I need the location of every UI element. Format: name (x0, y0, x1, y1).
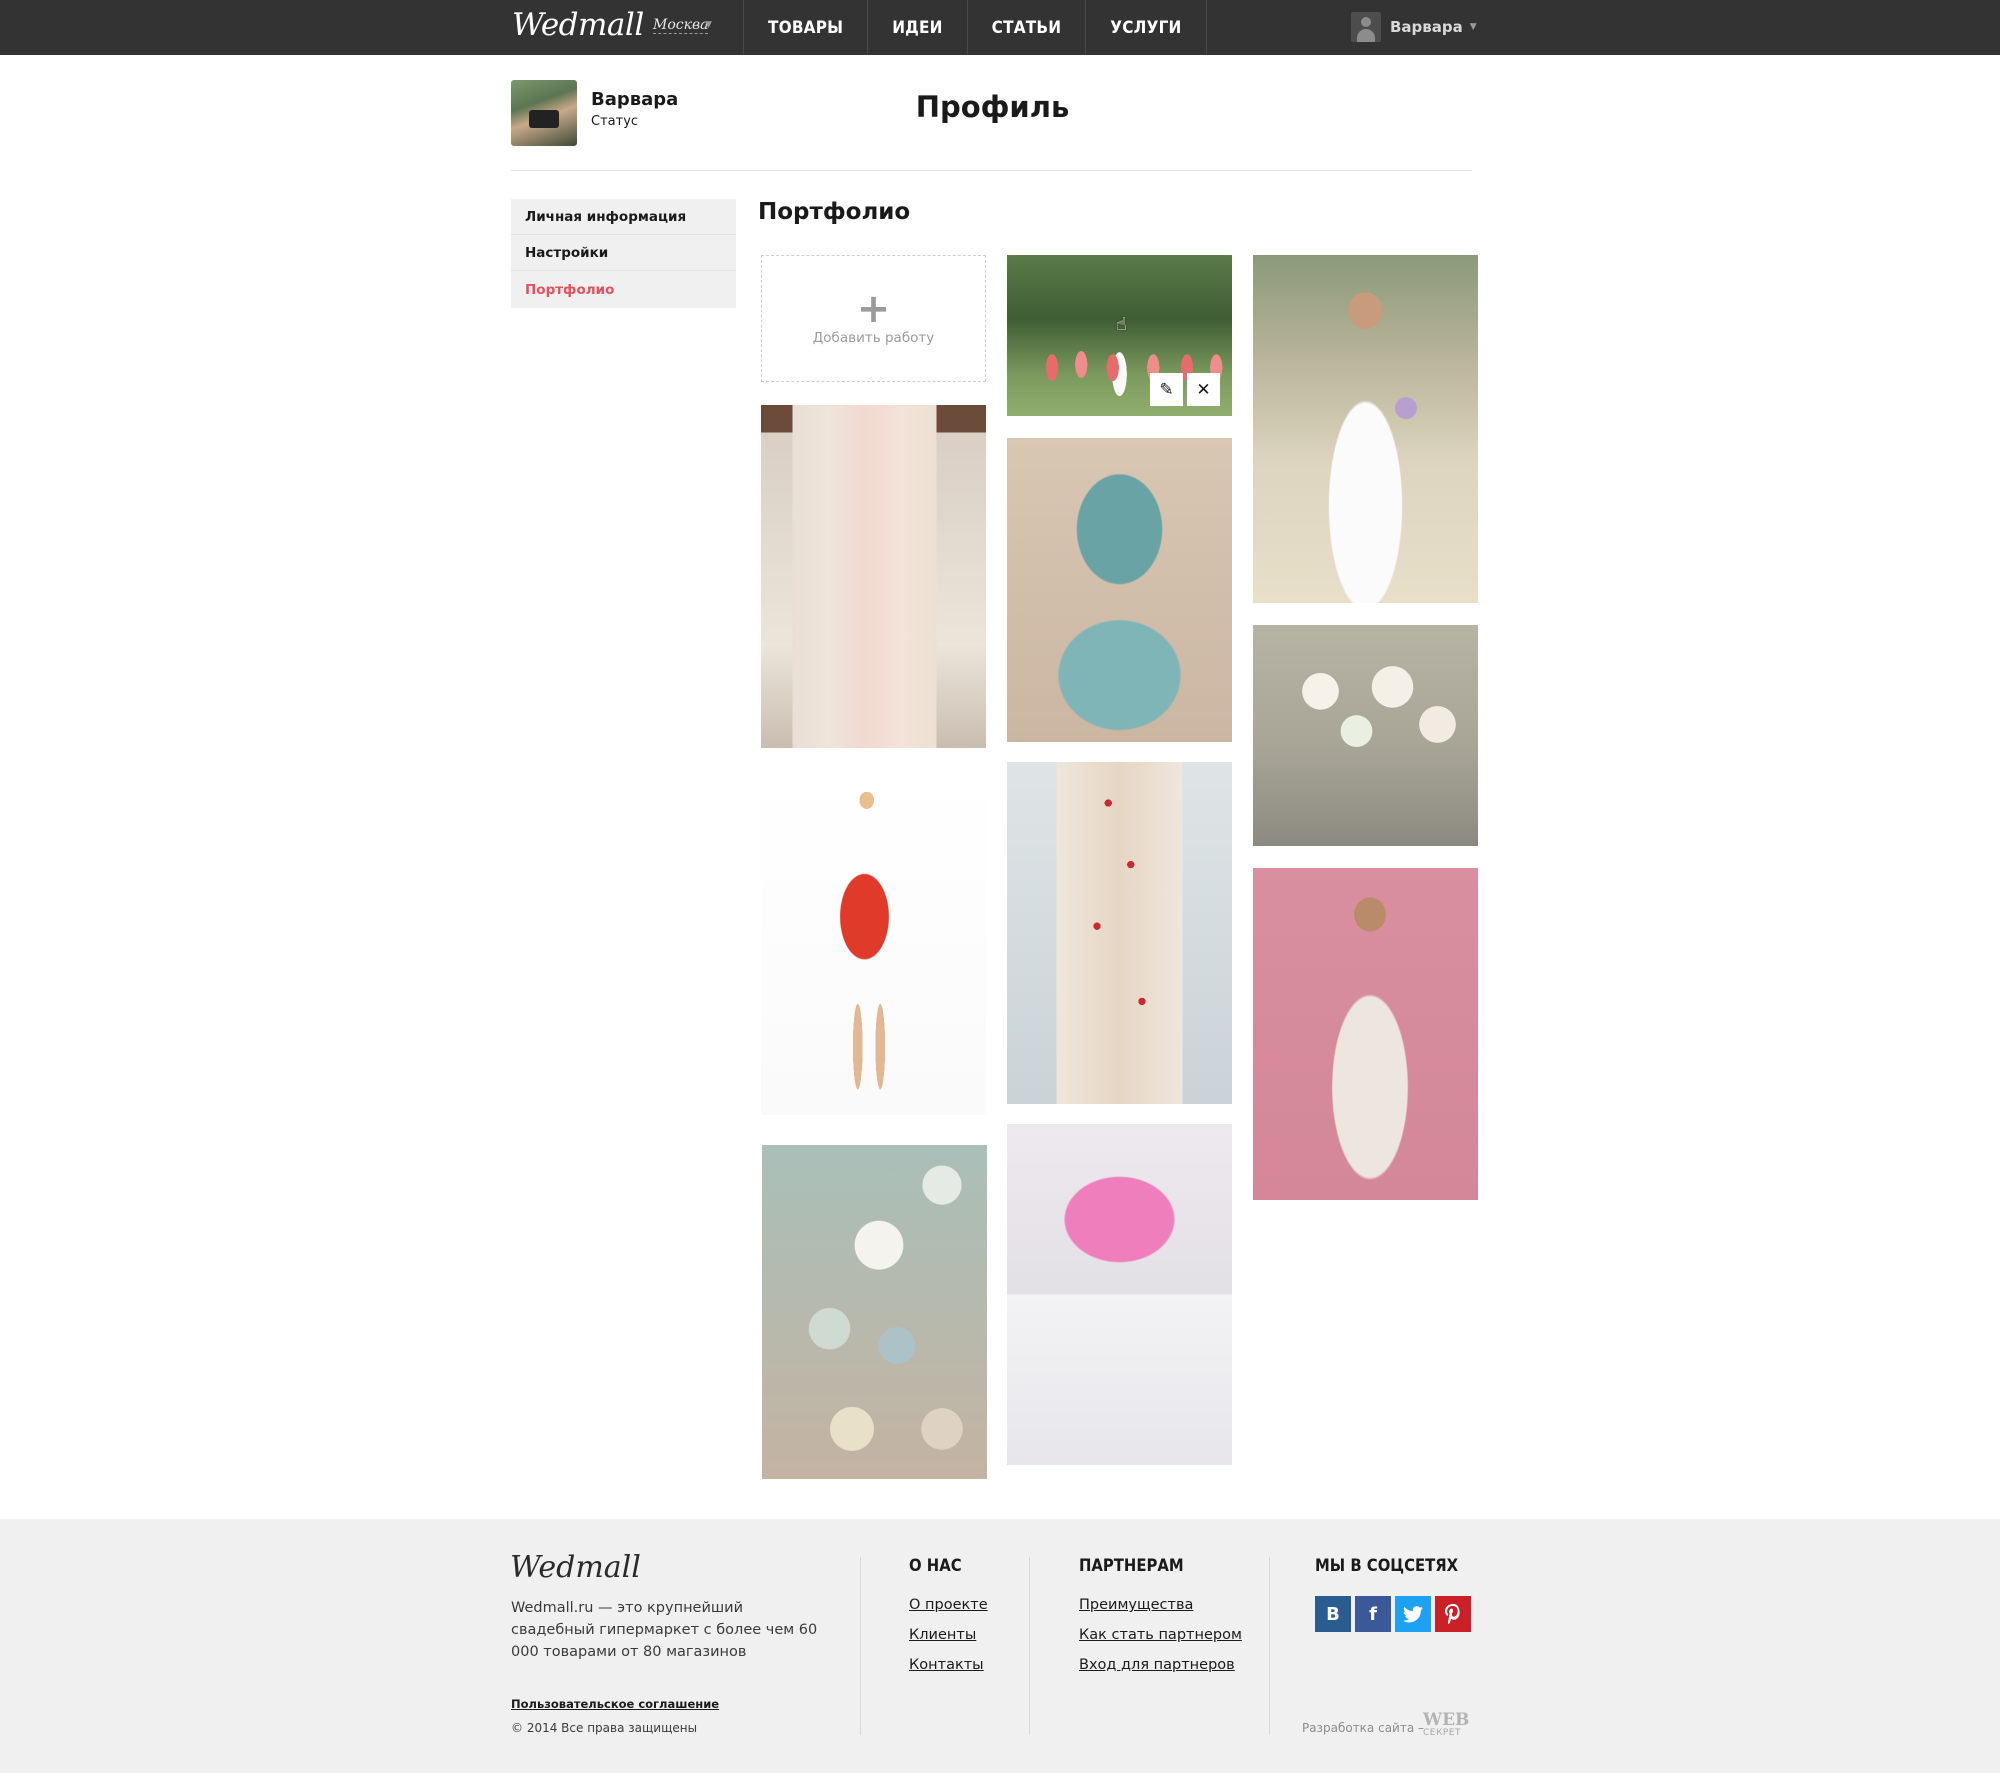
nav-item-services[interactable]: УСЛУГИ (1086, 0, 1207, 55)
nav-item-goods[interactable]: ТОВАРЫ (744, 0, 869, 55)
footer-link-become-partner[interactable]: Как стать партнером (1079, 1627, 1242, 1657)
footer-about-title: О НАС (909, 1556, 962, 1575)
footer-social-title: МЫ В СОЦСЕТЯХ (1315, 1556, 1459, 1575)
footer-link-advantages[interactable]: Преимущества (1079, 1597, 1242, 1627)
portfolio-tile-lace-back-dress[interactable] (1253, 868, 1478, 1200)
footer-about-links: О проекте Клиенты Контакты (909, 1597, 988, 1687)
divider (860, 1557, 861, 1735)
developer-label: Разработка сайта – (1302, 1721, 1424, 1735)
portfolio-tile-flower-centerpiece[interactable] (1253, 625, 1478, 846)
sidebar-item-personal-info[interactable]: Личная информация (511, 199, 736, 235)
footer-logo[interactable]: Wedmall (510, 1550, 641, 1585)
nav-item-ideas[interactable]: ИДЕИ (868, 0, 968, 55)
developer-logo[interactable]: WEB СЕКРЕТ (1423, 1710, 1470, 1739)
profile-sidebar: Личная информация Настройки Портфолио (511, 199, 736, 308)
section-title: Портфолио (758, 199, 911, 225)
add-work-button[interactable]: + Добавить работу (761, 255, 986, 382)
hand-cursor-icon: ☝ (1116, 314, 1127, 335)
user-icon (1351, 12, 1381, 42)
nav-item-articles[interactable]: СТАТЬИ (968, 0, 1087, 55)
twitter-icon[interactable] (1395, 1596, 1431, 1632)
page-title: Профиль (915, 90, 1070, 124)
top-navigation-bar: Wedmall Москва ▼ ТОВАРЫ ИДЕИ СТАТЬИ УСЛУ… (0, 0, 2000, 55)
close-icon[interactable]: ✕ (1187, 373, 1220, 406)
sidebar-item-settings[interactable]: Настройки (511, 235, 736, 271)
add-work-label: Добавить работу (812, 329, 935, 346)
user-name: Варвара (1390, 18, 1463, 36)
footer-link-about-project[interactable]: О проекте (909, 1597, 988, 1627)
divider (1029, 1557, 1030, 1735)
footer-link-contacts[interactable]: Контакты (909, 1657, 988, 1687)
developer-logo-text: WEB (1423, 1710, 1470, 1730)
portfolio-tile-naked-cake[interactable] (1007, 762, 1232, 1104)
chevron-down-icon: ▼ (1469, 22, 1477, 32)
sidebar-item-portfolio[interactable]: Портфолио (511, 271, 736, 308)
divider (1269, 1557, 1270, 1735)
facebook-icon[interactable]: f (1355, 1596, 1391, 1632)
footer-link-partner-login[interactable]: Вход для партнеров (1079, 1657, 1242, 1687)
portfolio-tile-bride-field[interactable] (1253, 255, 1478, 603)
plus-icon: + (856, 285, 891, 332)
divider (511, 170, 1472, 171)
footer-link-clients[interactable]: Клиенты (909, 1627, 988, 1657)
city-selector[interactable]: Москва (653, 17, 709, 34)
social-links: В f (1315, 1596, 1471, 1632)
footer (0, 1519, 2000, 1773)
copyright: © 2014 Все права защищены (511, 1721, 698, 1735)
portfolio-tile-bridesmaids[interactable]: ✎ ✕ (1007, 255, 1232, 416)
portfolio-tile-peony-cake[interactable] (1007, 1124, 1232, 1465)
user-menu[interactable]: Варвара ▼ (1351, 12, 1477, 42)
portfolio-tile-red-dress[interactable] (761, 773, 986, 1115)
main-nav: ТОВАРЫ ИДЕИ СТАТЬИ УСЛУГИ (743, 0, 1207, 55)
portfolio-tile-paper-lanterns[interactable] (762, 1145, 987, 1479)
portfolio-tile-dresses-rack[interactable] (761, 405, 986, 748)
pinterest-icon[interactable] (1435, 1596, 1471, 1632)
footer-partners-links: Преимущества Как стать партнером Вход дл… (1079, 1597, 1242, 1687)
site-logo[interactable]: Wedmall (512, 7, 644, 43)
tile-actions: ✎ ✕ (1150, 373, 1220, 406)
footer-about-text: Wedmall.ru — это крупнейший свадебный ги… (511, 1600, 818, 1660)
chevron-down-icon[interactable]: ▼ (705, 20, 712, 30)
portfolio-tile-teal-dress[interactable] (1007, 438, 1232, 742)
user-agreement-link[interactable]: Пользовательское соглашение (511, 1697, 719, 1711)
vk-icon[interactable]: В (1315, 1596, 1351, 1632)
pencil-icon[interactable]: ✎ (1150, 373, 1183, 406)
footer-partners-title: ПАРТНЕРАМ (1079, 1556, 1184, 1575)
